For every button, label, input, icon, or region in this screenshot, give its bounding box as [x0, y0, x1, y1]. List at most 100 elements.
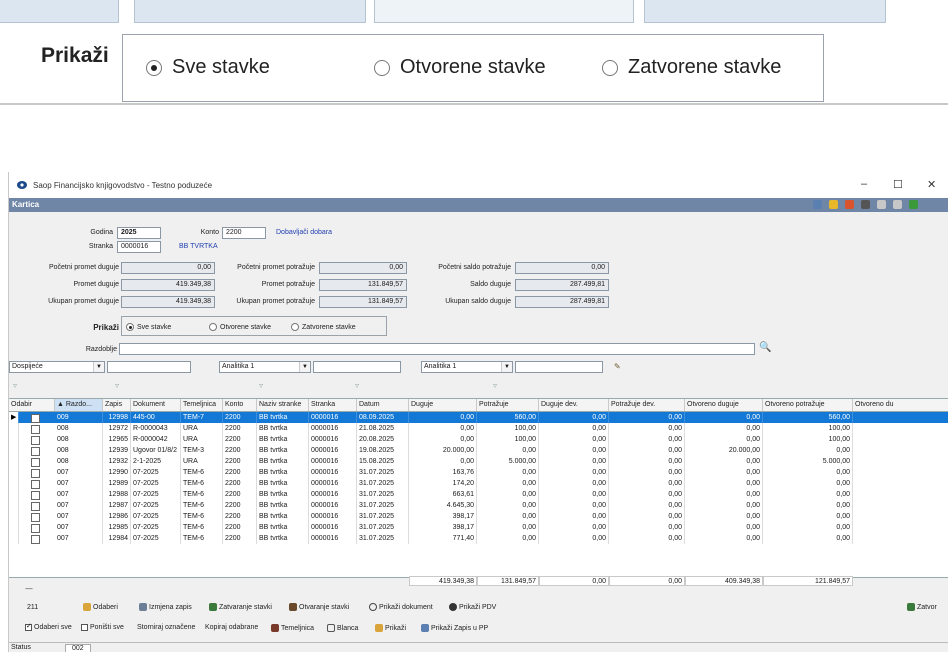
table-row[interactable]: 008 12932 2-1-2025 URA 2200 BB tvrtka 0000016 1…: [9, 456, 948, 467]
grid-icon[interactable]: [813, 200, 822, 209]
prikazi-zapis-pp-button[interactable]: Prikaži Zapis u PP: [421, 624, 488, 632]
col-otvoreno-duguje[interactable]: Otvoreno duguje: [685, 399, 763, 411]
filter-icon[interactable]: ▿: [355, 381, 359, 390]
analitika2-value[interactable]: [515, 361, 603, 373]
zatvori-button[interactable]: Zatvor: [907, 603, 937, 611]
radio-otvorene-stavke[interactable]: Otvorene stavke: [209, 323, 271, 331]
col-odabir[interactable]: Odabir: [9, 399, 55, 411]
analitika2-select[interactable]: Analitika 1 ▼: [421, 361, 513, 373]
table-cell: 0,00: [685, 434, 763, 445]
kopiraj-button[interactable]: Kopiraj odabrane: [205, 624, 258, 631]
search-icon[interactable]: 🔍: [759, 342, 771, 353]
minimize-button[interactable]: –: [861, 178, 867, 190]
close-button[interactable]: ✕: [927, 178, 936, 191]
row-checkbox[interactable]: [31, 469, 40, 478]
table-cell: 008: [55, 456, 103, 467]
analitika1-select[interactable]: Analitika 1 ▼: [219, 361, 311, 373]
table-row[interactable]: 007 12989 07-2025 TEM-6 2200 BB tvrtka 0000016…: [9, 478, 948, 489]
row-checkbox[interactable]: [31, 502, 40, 511]
table-row[interactable]: 008 12965 R-0000042 URA 2200 BB tvrtka 0000016…: [9, 434, 948, 445]
table-cell: 12990: [103, 467, 131, 478]
filter-icon[interactable]: ▿: [13, 381, 17, 390]
star-icon[interactable]: [829, 200, 838, 209]
konto-field[interactable]: 2200: [222, 227, 266, 239]
pencil-icon[interactable]: ✎: [614, 362, 621, 371]
table-cell: 100,00: [763, 423, 853, 434]
table-row[interactable]: 008 12972 R-0000043 URA 2200 BB tvrtka 0000016…: [9, 423, 948, 434]
col-potrazuje[interactable]: Potražuje: [477, 399, 539, 411]
col-otvoreno-potrazuje[interactable]: Otvoreno potražuje: [763, 399, 853, 411]
temeljnica-button[interactable]: Temeljnica: [271, 624, 314, 632]
dospijece-select[interactable]: Dospijeće ▼: [9, 361, 105, 373]
zoom-radio-sve[interactable]: Sve stavke: [146, 56, 270, 79]
export-icon[interactable]: [845, 200, 854, 209]
odaberi-sve-checkbox[interactable]: Odaberi sve: [25, 622, 72, 631]
col-dokument[interactable]: Dokument: [131, 399, 181, 411]
filter-icon[interactable]: ▿: [259, 381, 263, 390]
filter-icon[interactable]: ▿: [115, 381, 119, 390]
storniraj-button[interactable]: Storniraj označene: [137, 624, 195, 631]
prikazi-pdv-button[interactable]: Prikaži PDV: [449, 603, 496, 611]
row-checkbox[interactable]: [31, 436, 40, 445]
stranka-label: Stranka: [88, 243, 113, 250]
maximize-button[interactable]: ☐: [893, 178, 903, 191]
row-checkbox[interactable]: [31, 535, 40, 544]
table-cell: 0,00: [763, 500, 853, 511]
table-row[interactable]: 007 12986 07-2025 TEM-6 2200 BB tvrtka 0000016…: [9, 511, 948, 522]
radio-zatvorene-stavke[interactable]: Zatvorene stavke: [291, 323, 356, 331]
row-checkbox[interactable]: [31, 524, 40, 533]
stranka-field[interactable]: 0000016: [117, 241, 161, 253]
col-konto[interactable]: Konto: [223, 399, 257, 411]
radio-sve-stavke[interactable]: Sve stavke: [126, 323, 171, 331]
print-icon[interactable]: [861, 200, 870, 209]
row-checkbox[interactable]: [31, 414, 40, 423]
table-row[interactable]: ▶ 009 12998 445-00 TEM-7 2200 BB tvrtka 0000016…: [9, 412, 948, 423]
prikazi-dokument-button[interactable]: Prikaži dokument: [369, 603, 433, 611]
otvaranje-stavki-button[interactable]: Otvaranje stavki: [289, 603, 349, 611]
paste-icon[interactable]: [893, 200, 902, 209]
table-cell: 0,00: [539, 423, 609, 434]
col-datum[interactable]: Datum: [357, 399, 409, 411]
table-row[interactable]: 007 12985 07-2025 TEM-6 2200 BB tvrtka 0000016…: [9, 522, 948, 533]
row-checkbox[interactable]: [31, 491, 40, 500]
ponisti-sve-checkbox[interactable]: Poništi sve: [81, 624, 124, 631]
zoom-radio-otvorene[interactable]: Otvorene stavke: [374, 56, 546, 79]
table-cell: BB tvrtka: [257, 445, 309, 456]
analitika1-value[interactable]: [313, 361, 401, 373]
row-checkbox[interactable]: [31, 458, 40, 467]
razdoblje-field[interactable]: [119, 343, 755, 355]
blanca-button[interactable]: Blanca: [327, 624, 358, 632]
copy-icon[interactable]: [877, 200, 886, 209]
table-row[interactable]: 007 12984 07-2025 TEM-6 2200 BB tvrtka 0000016…: [9, 533, 948, 544]
col-otvoreno-du[interactable]: Otvoreno du: [853, 399, 948, 411]
table-cell: 31.07.2025: [357, 500, 409, 511]
ledger-icon: [271, 624, 279, 632]
col-duguje[interactable]: Duguje: [409, 399, 477, 411]
filter-icon[interactable]: ▿: [493, 381, 497, 390]
col-duguje-dev[interactable]: Duguje dev.: [539, 399, 609, 411]
table-row[interactable]: 008 12939 Ugovor 01/8/2 TEM-3 2200 BB tvrtka 0…: [9, 445, 948, 456]
p-potrazuje-label: Promet potražuje: [261, 281, 315, 288]
col-razdoblje[interactable]: ▲ Razdo...: [55, 399, 103, 411]
col-naziv-stranke[interactable]: Naziv stranke: [257, 399, 309, 411]
table-row[interactable]: 007 12987 07-2025 TEM-6 2200 BB tvrtka 0000016…: [9, 500, 948, 511]
table-row[interactable]: 007 12988 07-2025 TEM-6 2200 BB tvrtka 0000016…: [9, 489, 948, 500]
odaberi-button[interactable]: Odaberi: [83, 603, 118, 611]
col-potrazuje-dev[interactable]: Potražuje dev.: [609, 399, 685, 411]
zatvaranje-stavki-button[interactable]: Zatvaranje stavki: [209, 603, 272, 611]
col-temeljnica[interactable]: Temeljnica: [181, 399, 223, 411]
godina-field[interactable]: 2025: [117, 227, 161, 239]
row-checkbox[interactable]: [31, 513, 40, 522]
dospijece-value[interactable]: [107, 361, 191, 373]
refresh-icon[interactable]: [909, 200, 918, 209]
row-checkbox[interactable]: [31, 480, 40, 489]
izmjena-zapis-button[interactable]: Izmjena zapis: [139, 603, 192, 611]
row-checkbox[interactable]: [31, 447, 40, 456]
table-cell: 0,00: [685, 511, 763, 522]
table-row[interactable]: 007 12990 07-2025 TEM-6 2200 BB tvrtka 0000016…: [9, 467, 948, 478]
prikazi-button[interactable]: Prikaži: [375, 624, 406, 632]
zoom-radio-zatvorene[interactable]: Zatvorene stavke: [602, 56, 781, 79]
col-zapis[interactable]: Zapis: [103, 399, 131, 411]
row-checkbox[interactable]: [31, 425, 40, 434]
col-stranka[interactable]: Stranka: [309, 399, 357, 411]
